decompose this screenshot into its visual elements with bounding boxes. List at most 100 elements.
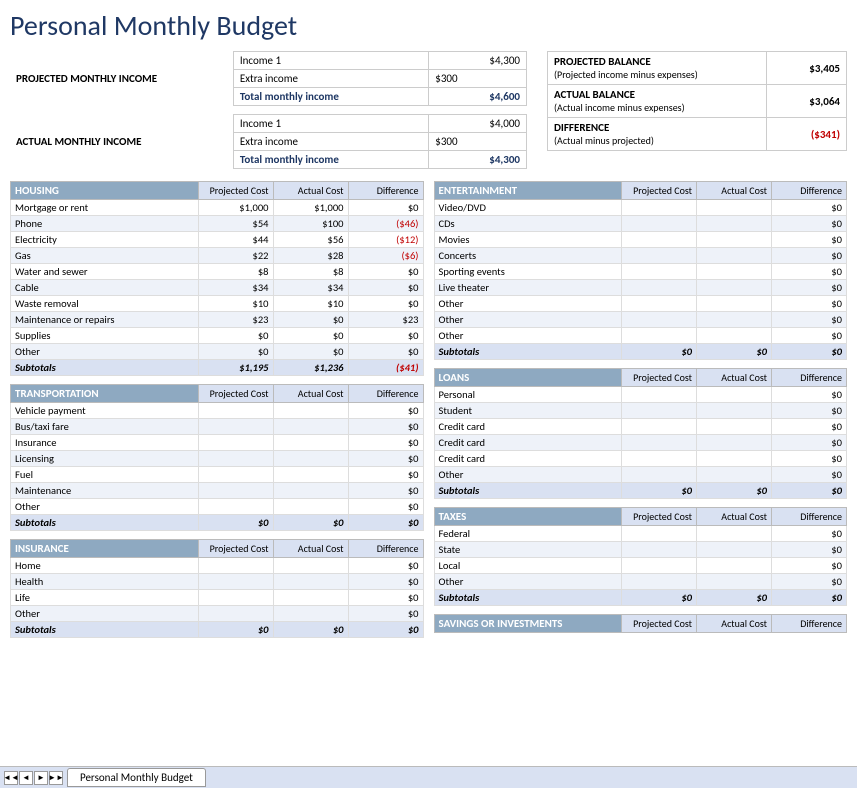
nav-next[interactable]: ► xyxy=(34,771,48,785)
cell-4-3: $0 xyxy=(772,264,847,280)
budget-section-insurance: INSURANCEProjected CostActual CostDiffer… xyxy=(10,539,424,638)
sheet-tab[interactable]: Personal Monthly Budget xyxy=(67,768,206,787)
cell-3-0: Licensing xyxy=(11,451,199,467)
cell-4-2: $8 xyxy=(273,264,348,280)
cell-8-3: $0 xyxy=(772,328,847,344)
subtotal-cell-3: $0 xyxy=(772,344,847,360)
subtotal-row: Subtotals$0$0$0 xyxy=(11,622,424,638)
bottom-bar: ◄◄ ◄ ► ►► Personal Monthly Budget xyxy=(0,766,857,788)
main-budget-grid: HOUSINGProjected CostActual CostDifferen… xyxy=(0,177,857,650)
table-row: Cable$34$34$0 xyxy=(11,280,424,296)
cell-4-0: Credit card xyxy=(434,451,622,467)
cell-4-1 xyxy=(198,467,273,483)
cell-4-1 xyxy=(622,264,697,280)
cell-8-0: Supplies xyxy=(11,328,199,344)
actual-row1-name: Income 1 xyxy=(233,115,428,133)
subtotal-cell-3: $0 xyxy=(348,515,423,531)
section-header-transportation: TRANSPORTATION xyxy=(11,385,199,403)
actual-income-table: ACTUAL MONTHLY INCOME Income 1 $4,000 Ex… xyxy=(10,114,527,169)
col-header-2: Difference xyxy=(348,540,423,558)
subtotal-row: Subtotals$1,195$1,236($41) xyxy=(11,360,424,376)
cell-0-1 xyxy=(198,558,273,574)
col-header-1: Actual Cost xyxy=(697,508,772,526)
proj-total-label: Total monthly income xyxy=(233,88,428,106)
cell-5-0: Maintenance xyxy=(11,483,199,499)
cell-2-2 xyxy=(273,435,348,451)
table-row: Waste removal$10$10$0 xyxy=(11,296,424,312)
table-row: Mortgage or rent$1,000$1,000$0 xyxy=(11,200,424,216)
table-row: Sporting events $0 xyxy=(434,264,847,280)
actual-row1-val: $4,000 xyxy=(429,115,527,133)
cell-3-0: Other xyxy=(434,574,622,590)
nav-first[interactable]: ◄◄ xyxy=(4,771,18,785)
table-row: Other$0 xyxy=(434,312,847,328)
cell-9-3: $0 xyxy=(348,344,423,360)
subtotal-cell-0: Subtotals xyxy=(11,360,199,376)
nav-prev[interactable]: ◄ xyxy=(19,771,33,785)
budget-table-savings-or-investments: SAVINGS OR INVESTMENTSProjected CostActu… xyxy=(434,614,848,633)
table-row: Credit card$0 xyxy=(434,419,847,435)
nav-last[interactable]: ►► xyxy=(49,771,63,785)
cell-3-3: $0 xyxy=(348,451,423,467)
cell-3-0: Credit card xyxy=(434,435,622,451)
table-row: Home$0 xyxy=(11,558,424,574)
subtotal-cell-1: $1,195 xyxy=(198,360,273,376)
projected-income-label: PROJECTED MONTHLY INCOME xyxy=(10,52,233,106)
cell-3-1 xyxy=(198,451,273,467)
budget-section-taxes: TAXESProjected CostActual CostDifference… xyxy=(434,507,848,606)
budget-section-transportation: TRANSPORTATIONProjected CostActual CostD… xyxy=(10,384,424,531)
cell-2-3: $0 xyxy=(772,232,847,248)
cell-6-2 xyxy=(273,499,348,515)
cell-8-2 xyxy=(697,328,772,344)
cell-5-0: Live theater xyxy=(434,280,622,296)
table-row: Federal$0 xyxy=(434,526,847,542)
table-row: Other$0 xyxy=(434,296,847,312)
cell-5-0: Other xyxy=(434,467,622,483)
col-header-0: Projected Cost xyxy=(622,182,697,200)
subtotal-cell-3: $0 xyxy=(772,590,847,606)
cell-6-3: $0 xyxy=(348,499,423,515)
page-title: Personal Monthly Budget xyxy=(0,0,857,49)
table-row: Other$0 xyxy=(11,606,424,622)
tab-navigation[interactable]: ◄◄ ◄ ► ►► xyxy=(4,771,63,785)
proj-balance-label: PROJECTED BALANCE (Projected income minu… xyxy=(548,52,767,85)
cell-0-3: $0 xyxy=(772,200,847,216)
cell-4-2 xyxy=(697,451,772,467)
cell-1-0: State xyxy=(434,542,622,558)
cell-2-2: $56 xyxy=(273,232,348,248)
subtotal-cell-3: $0 xyxy=(772,483,847,499)
table-row: Life$0 xyxy=(11,590,424,606)
table-row: Other$0 xyxy=(11,499,424,515)
col-header-0: Projected Cost xyxy=(622,508,697,526)
cell-1-1 xyxy=(198,419,273,435)
cell-1-2 xyxy=(697,216,772,232)
cell-0-0: Mortgage or rent xyxy=(11,200,199,216)
cell-4-3: $0 xyxy=(772,451,847,467)
col-header-1: Actual Cost xyxy=(697,182,772,200)
cell-5-3: $0 xyxy=(772,467,847,483)
cell-6-0: Other xyxy=(434,296,622,312)
cell-9-2: $0 xyxy=(273,344,348,360)
col-header-0: Projected Cost xyxy=(622,369,697,387)
cell-1-3: $0 xyxy=(772,542,847,558)
col-header-0: Projected Cost xyxy=(198,182,273,200)
cell-2-0: Insurance xyxy=(11,435,199,451)
table-row: Other$0$0$0 xyxy=(11,344,424,360)
cell-1-1 xyxy=(622,403,697,419)
actual-row2-name: Extra income xyxy=(233,133,428,151)
cell-1-1 xyxy=(622,216,697,232)
cell-1-1 xyxy=(198,574,273,590)
subtotal-cell-1: $0 xyxy=(622,483,697,499)
proj-balance-val: $3,405 xyxy=(767,52,847,85)
cell-4-1 xyxy=(622,451,697,467)
table-row: Movies$0 xyxy=(434,232,847,248)
subtotal-cell-2: $0 xyxy=(273,622,348,638)
cell-0-0: Home xyxy=(11,558,199,574)
cell-5-3: $0 xyxy=(348,483,423,499)
subtotal-cell-0: Subtotals xyxy=(434,483,622,499)
col-header-0: Projected Cost xyxy=(198,385,273,403)
cell-0-3: $0 xyxy=(348,403,423,419)
cell-4-0: Sporting events xyxy=(434,264,622,280)
actual-balance-val: $3,064 xyxy=(767,85,847,118)
subtotal-cell-2: $0 xyxy=(273,515,348,531)
